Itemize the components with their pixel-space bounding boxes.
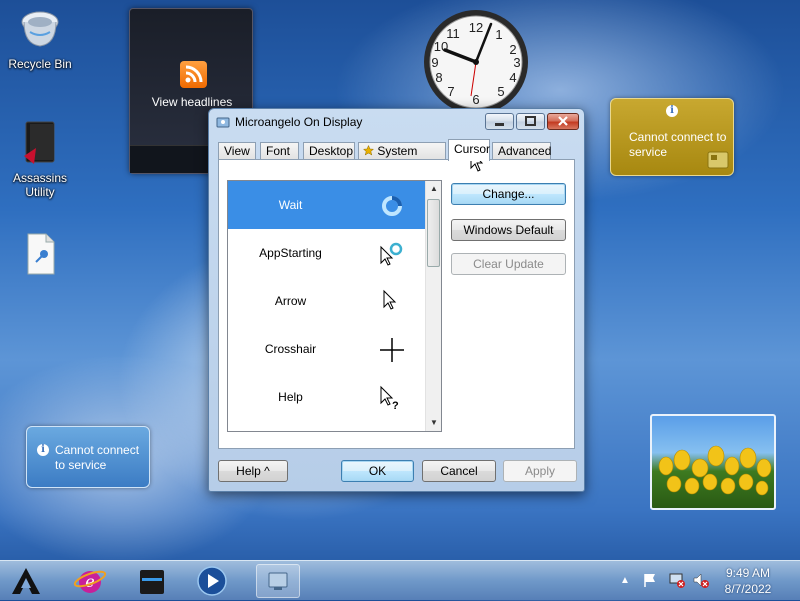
- info-icon: i: [666, 105, 678, 117]
- microangelo-taskbar-icon: [268, 572, 288, 590]
- desktop-icon-recycle-bin[interactable]: Recycle Bin: [0, 8, 80, 71]
- taskbar-media-player[interactable]: [192, 564, 232, 598]
- help-button[interactable]: Help ^: [218, 460, 288, 482]
- svg-text:4: 4: [509, 70, 516, 85]
- info-icon: i: [37, 444, 49, 456]
- svg-text:8: 8: [435, 70, 442, 85]
- microangelo-app-icon: [216, 117, 230, 128]
- rss-icon: [180, 61, 207, 88]
- document-icon: [27, 233, 55, 275]
- slideshow-gadget[interactable]: [650, 414, 776, 510]
- internet-explorer-icon: e: [73, 570, 107, 593]
- maximize-icon: [525, 116, 536, 126]
- tab-system-icons[interactable]: System Icons: [358, 142, 446, 174]
- clear-update-button[interactable]: Clear Update: [451, 253, 566, 275]
- appstarting-cursor-icon: [380, 242, 403, 266]
- clock-face-icon: 12 1 2 3 9 10 11 4 5 6 7 8: [424, 10, 528, 114]
- taskbar-microangelo[interactable]: [256, 564, 300, 598]
- minimize-button[interactable]: [485, 113, 514, 130]
- arrow-cursor-icon: [383, 289, 397, 310]
- media-player-icon: [197, 566, 227, 596]
- list-item-label: Wait: [278, 198, 303, 212]
- svg-text:11: 11: [446, 26, 460, 41]
- svg-text:6: 6: [472, 92, 479, 107]
- weather-gadget-blue[interactable]: i Cannot connect to service: [26, 426, 150, 488]
- list-item-help[interactable]: Help ?: [228, 373, 426, 421]
- weather-blue-message: Cannot connect to service: [55, 443, 140, 472]
- network-error-icon[interactable]: [668, 571, 686, 589]
- cancel-button[interactable]: Cancel: [422, 460, 496, 482]
- view-headlines-link[interactable]: View headlines: [130, 95, 254, 109]
- close-icon: [558, 116, 568, 126]
- action-center-flag-icon[interactable]: [642, 572, 658, 588]
- ok-button[interactable]: OK: [341, 460, 414, 482]
- list-item-arrow[interactable]: Arrow: [228, 277, 426, 325]
- cursor-list-scrollbar[interactable]: ▲ ▼: [425, 181, 441, 431]
- volume-muted-icon[interactable]: [692, 571, 710, 589]
- scroll-thumb[interactable]: [427, 199, 440, 267]
- close-button[interactable]: [547, 113, 579, 130]
- help-cursor-icon: ?: [380, 385, 399, 411]
- desktop-icon-assassins-utility[interactable]: Assassins Utility: [0, 118, 80, 199]
- tab-advanced[interactable]: Advanced: [492, 142, 551, 160]
- svg-text:?: ?: [392, 400, 399, 411]
- list-item-label: Arrow: [274, 294, 307, 308]
- svg-text:1: 1: [495, 27, 502, 42]
- list-item-label: AppStarting: [259, 246, 322, 260]
- dialog-title: Microangelo On Display: [235, 115, 363, 129]
- star-icon: [362, 144, 375, 156]
- svg-text:12: 12: [469, 20, 483, 35]
- tab-view[interactable]: View: [218, 142, 256, 160]
- tray-expand-icon[interactable]: ▲: [620, 575, 630, 586]
- crosshair-cursor-icon: [380, 338, 404, 362]
- svg-text:3: 3: [513, 55, 520, 70]
- list-item-label: Crosshair: [264, 342, 317, 356]
- recycle-bin-icon: [21, 11, 59, 47]
- tulips-photo: [658, 445, 772, 496]
- tab-font[interactable]: Font: [260, 142, 299, 160]
- taskbar: e ▲ 9:49 AM 8/7/2022: [0, 560, 800, 600]
- cursor-listbox[interactable]: Wait AppStarting Arrow Crosshair Help ? …: [227, 180, 442, 432]
- recycle-bin-label: Recycle Bin: [8, 57, 72, 71]
- microangelo-dialog[interactable]: Microangelo On Display View Font Desktop…: [208, 108, 585, 492]
- tab-cursor[interactable]: Cursor: [448, 139, 490, 161]
- assassins-utility-label: Assassins Utility: [12, 171, 68, 199]
- dialog-titlebar[interactable]: Microangelo On Display: [209, 109, 584, 135]
- wifi-card-icon: [707, 151, 729, 169]
- tray-date: 8/7/2022: [724, 582, 772, 596]
- desktop-icon-document[interactable]: [0, 232, 80, 279]
- taskbar-internet-explorer[interactable]: e: [70, 564, 110, 598]
- maximize-button[interactable]: [516, 113, 545, 130]
- taskbar-file-explorer[interactable]: [132, 564, 172, 598]
- svg-text:5: 5: [497, 84, 504, 99]
- scroll-down-icon[interactable]: ▼: [426, 415, 441, 431]
- tray-time: 9:49 AM: [725, 566, 771, 580]
- minimize-icon: [495, 123, 504, 126]
- change-button[interactable]: Change...: [451, 183, 566, 205]
- scroll-up-icon[interactable]: ▲: [426, 181, 441, 197]
- dark-folder-icon: [140, 570, 164, 594]
- list-item-crosshair[interactable]: Crosshair: [228, 325, 426, 373]
- list-item-wait[interactable]: Wait: [228, 181, 426, 229]
- tab-desktop[interactable]: Desktop: [303, 142, 355, 160]
- start-button[interactable]: [6, 564, 46, 598]
- clock-gadget[interactable]: 12 1 2 3 9 10 11 4 5 6 7 8: [413, 6, 539, 116]
- windows-default-button[interactable]: Windows Default: [451, 219, 566, 241]
- start-logo-icon: [12, 568, 40, 594]
- svg-text:7: 7: [447, 84, 454, 99]
- folder-icon: [24, 121, 55, 164]
- wait-cursor-icon: [382, 196, 402, 216]
- apply-button[interactable]: Apply: [503, 460, 577, 482]
- list-item-appstarting[interactable]: AppStarting: [228, 229, 426, 277]
- weather-gadget-gold[interactable]: i Cannot connect to service: [610, 98, 734, 176]
- list-item-label: Help: [278, 390, 303, 404]
- svg-text:9: 9: [431, 55, 438, 70]
- tray-clock[interactable]: 9:49 AM 8/7/2022: [716, 565, 780, 597]
